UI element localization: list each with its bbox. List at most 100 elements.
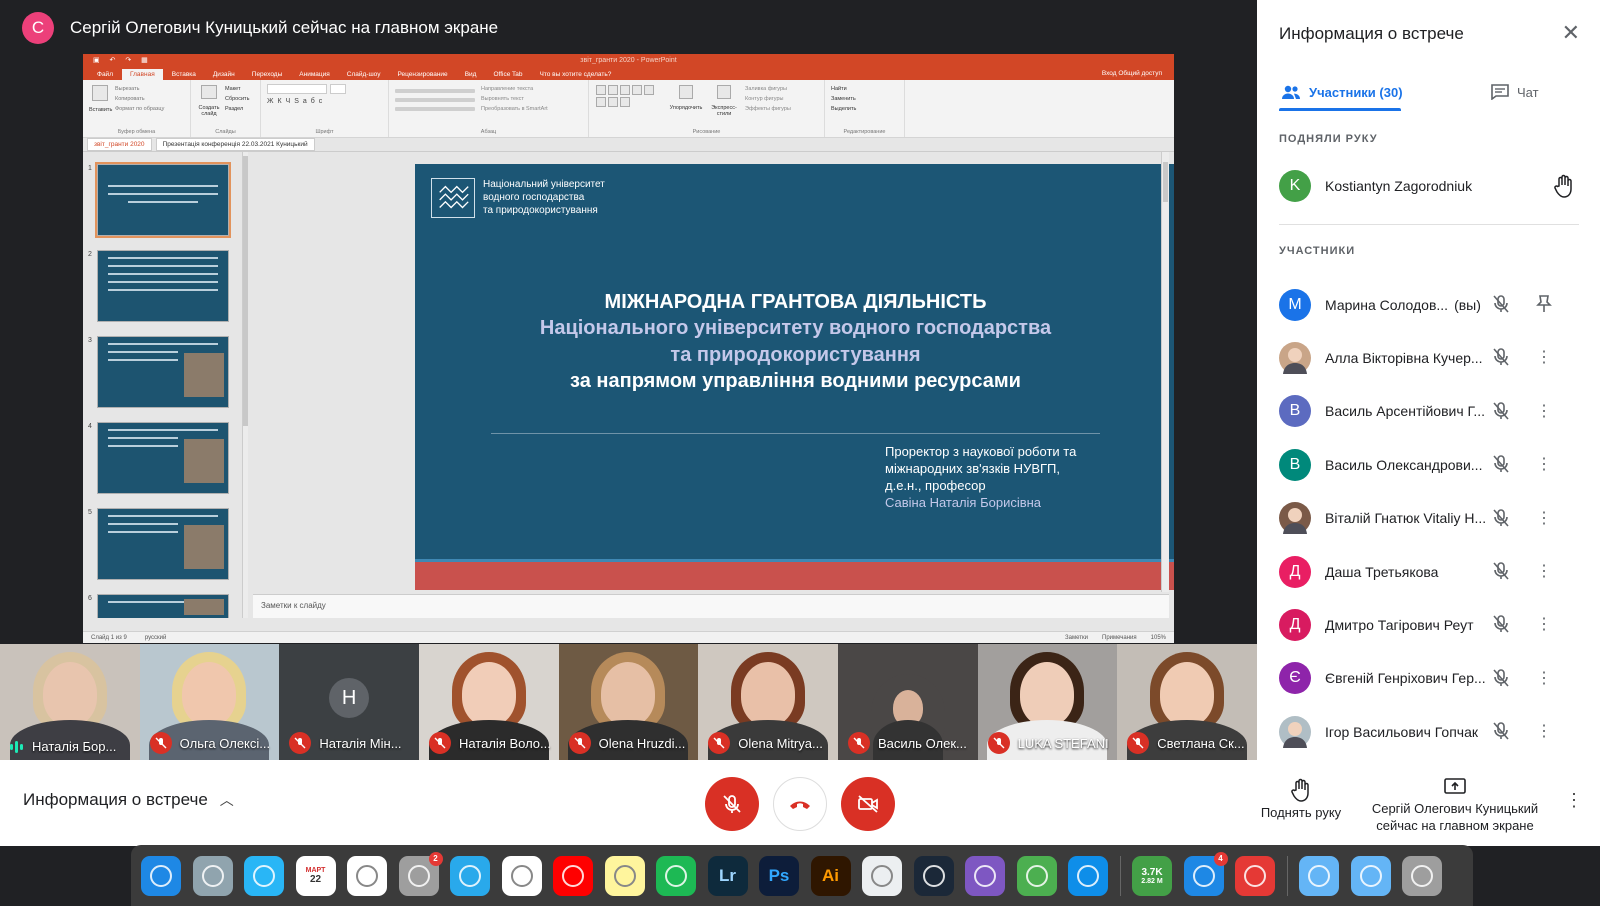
mic-off-icon[interactable]: [1491, 401, 1511, 426]
raise-hand-button[interactable]: Поднять руку: [1252, 778, 1350, 820]
facetime-icon[interactable]: [1016, 855, 1057, 896]
ppt-tab[interactable]: Файл: [89, 69, 121, 80]
zoom-level[interactable]: 105%: [1151, 635, 1166, 641]
shape-effects-button[interactable]: Эффекты фигуры: [745, 104, 791, 114]
align-text-button[interactable]: Выровнять текст: [481, 94, 548, 104]
slide-thumbnail[interactable]: 5: [88, 508, 229, 580]
more-icon[interactable]: ⋮: [1534, 401, 1554, 421]
app-store-icon[interactable]: 4: [1183, 851, 1228, 896]
more-options-icon[interactable]: ⋮: [1565, 790, 1583, 811]
teamviewer-icon[interactable]: [1068, 855, 1108, 896]
trash-icon[interactable]: [1402, 855, 1442, 896]
raised-hand-icon[interactable]: [1553, 174, 1575, 198]
font-size-field[interactable]: [330, 84, 346, 94]
tab-participants[interactable]: Участники (30): [1281, 80, 1403, 104]
illustrator-icon[interactable]: Ai: [810, 855, 851, 896]
mic-off-icon[interactable]: [1491, 614, 1511, 639]
safari-icon[interactable]: [244, 855, 284, 896]
layout-button[interactable]: Макет: [225, 84, 249, 94]
notes-icon[interactable]: [604, 855, 645, 896]
arrange-button[interactable]: Упорядочить: [669, 84, 703, 117]
mic-toggle-button[interactable]: [705, 777, 759, 831]
cut-button[interactable]: Вырезать: [115, 84, 164, 94]
find-button[interactable]: Найти: [831, 84, 898, 94]
participant-row[interactable]: Д Дмитро Тагірович Реут ⋮: [1279, 598, 1579, 651]
calendar-icon[interactable]: МАРТ 22: [295, 855, 336, 896]
participant-tile[interactable]: Н Наталія Мін...: [279, 644, 419, 760]
ppt-tab[interactable]: Анимация: [291, 69, 338, 80]
participant-tile[interactable]: Ольга Олексі...: [139, 644, 280, 760]
mic-off-icon[interactable]: [1491, 721, 1511, 746]
shapes-gallery[interactable]: [595, 84, 665, 117]
photos-icon[interactable]: [347, 855, 387, 896]
shape-fill-button[interactable]: Заливка фигуры: [745, 84, 791, 94]
slide-thumbnail[interactable]: 3: [88, 336, 229, 408]
more-icon[interactable]: ⋮: [1534, 508, 1554, 528]
camera-toggle-button[interactable]: [841, 777, 895, 831]
participant-row[interactable]: Ігор Васильович Гопчак ⋮: [1279, 705, 1579, 758]
slide-scrollbar[interactable]: [1161, 152, 1169, 592]
pin-icon[interactable]: [1534, 294, 1554, 319]
copy-button[interactable]: Копировать: [115, 94, 164, 104]
spotify-icon[interactable]: [656, 855, 696, 896]
participant-row[interactable]: Д Даша Третьякова ⋮: [1279, 545, 1579, 598]
shape-outline-button[interactable]: Контур фигуры: [745, 94, 791, 104]
photoshop-icon[interactable]: Ps: [759, 855, 799, 896]
participant-row[interactable]: Віталій Гнатюк Vitaliy H... ⋮: [1279, 492, 1579, 545]
close-icon[interactable]: ✕: [1562, 20, 1580, 46]
format-painter-button[interactable]: Формат по образцу: [115, 104, 164, 114]
text-direction-button[interactable]: Направление текста: [481, 84, 548, 94]
mic-off-icon[interactable]: [1491, 561, 1511, 586]
mic-off-icon[interactable]: [1491, 508, 1511, 533]
downloads-folder-icon[interactable]: [1299, 855, 1339, 896]
mic-off-icon[interactable]: [1491, 347, 1511, 372]
notes-toggle[interactable]: Заметки: [1065, 635, 1088, 641]
replace-button[interactable]: Заменить: [831, 94, 898, 104]
quick-styles-button[interactable]: Экспресс-стили: [707, 84, 741, 117]
new-slide-button[interactable]: Создать слайд: [197, 84, 221, 117]
participant-row[interactable]: В Василь Арсентійович Г... ⋮: [1279, 385, 1579, 438]
participant-row[interactable]: М Марина Солодов... (вы): [1279, 278, 1579, 331]
doc-tab-report[interactable]: звіт_гранти 2020: [87, 138, 152, 151]
participant-tile[interactable]: Olena Hruzdi...: [558, 644, 699, 760]
quick-access-toolbar[interactable]: ▣ ↶ ↷ ▦: [93, 56, 152, 64]
tab-chat[interactable]: Чат: [1491, 80, 1539, 104]
select-button[interactable]: Выделить: [831, 104, 898, 114]
participant-tile[interactable]: Светлана Ск...: [1117, 644, 1257, 760]
participant-tile[interactable]: Наталія Воло...: [418, 644, 559, 760]
ppt-tab[interactable]: Слайд-шоу: [339, 69, 389, 80]
telegram-icon[interactable]: [450, 855, 490, 896]
reset-button[interactable]: Сбросить: [225, 94, 249, 104]
finder-icon[interactable]: [141, 855, 181, 896]
ppt-tab[interactable]: Office Tab: [485, 69, 530, 80]
participant-tile[interactable]: LUKA STEFANI: [977, 644, 1118, 760]
participant-tile[interactable]: Olena Mitrya...: [698, 644, 838, 760]
youtube-icon[interactable]: [553, 855, 593, 896]
raised-hand-row[interactable]: K Kostiantyn Zagorodniuk: [1279, 166, 1575, 206]
participant-row[interactable]: В Василь Олександрови... ⋮: [1279, 438, 1579, 491]
more-icon[interactable]: ⋮: [1534, 454, 1554, 474]
slide-thumbnail[interactable]: 6: [88, 594, 229, 618]
more-icon[interactable]: ⋮: [1534, 561, 1554, 581]
system-preferences-icon[interactable]: 2: [398, 851, 443, 896]
participant-tile[interactable]: Василь Олек...: [837, 644, 978, 760]
slide-thumbnail[interactable]: 2: [88, 250, 229, 322]
arrow-app-icon[interactable]: [1235, 855, 1275, 896]
more-icon[interactable]: ⋮: [1534, 721, 1554, 741]
folder-icon[interactable]: [1350, 855, 1391, 896]
doc-tab-conference[interactable]: Презентація конференція 22.03.2021 Куниц…: [155, 138, 315, 151]
font-name-field[interactable]: [267, 84, 327, 94]
font-format-buttons[interactable]: ЖКЧSабс: [267, 98, 382, 105]
activity-monitor-icon[interactable]: 3.7K 2.82 M: [1132, 855, 1172, 896]
ppt-tab[interactable]: Переходы: [244, 69, 291, 80]
ppt-tab[interactable]: Что вы хотите сделать?: [531, 69, 619, 80]
ppt-share-button[interactable]: Вход Общий доступ: [1102, 70, 1162, 77]
participant-row[interactable]: Є Євгеній Генріхович Гер... ⋮: [1279, 652, 1579, 705]
lightroom-icon[interactable]: Lr: [707, 855, 748, 896]
comments-toggle[interactable]: Примечания: [1102, 635, 1137, 641]
mic-off-icon[interactable]: [1491, 454, 1511, 479]
participant-row[interactable]: Алла Вікторівна Кучер... ⋮: [1279, 331, 1579, 384]
ppt-tab[interactable]: Главная: [121, 69, 163, 80]
smartart-button[interactable]: Преобразовать в SmartArt: [481, 104, 548, 114]
settings-gear-icon[interactable]: [862, 855, 902, 896]
